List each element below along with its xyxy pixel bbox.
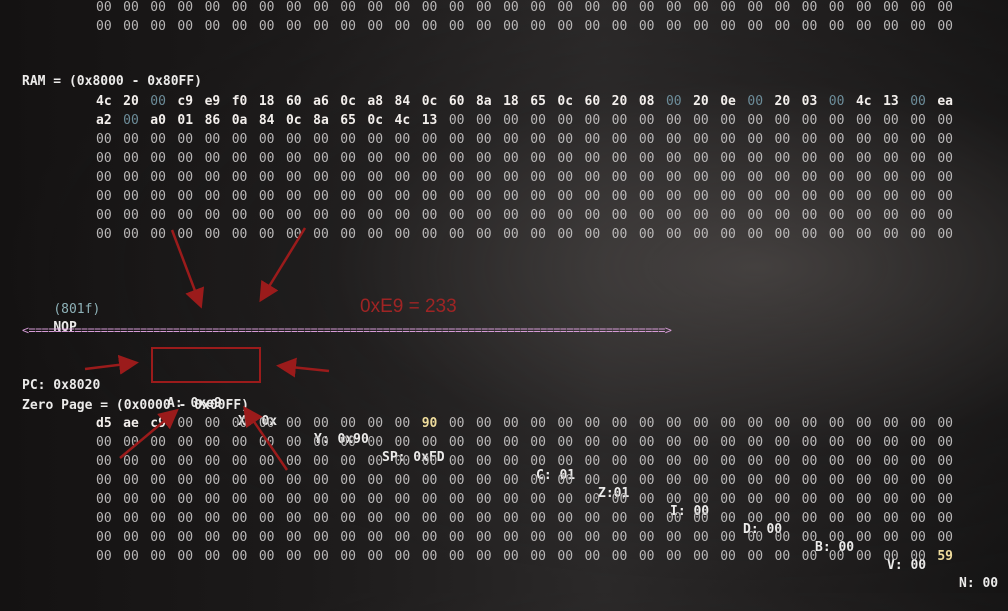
terminal-window: 00 00 00 00 00 00 00 00 00 00 00 00 00 00 00 00 00 00 00 00… <box>0 0 1008 593</box>
annotation-arrows <box>84 227 330 471</box>
arrow-5 <box>119 408 179 459</box>
arrow-2 <box>259 227 307 303</box>
arrow-6 <box>243 405 289 471</box>
arrow-4 <box>276 357 330 378</box>
arrow-3 <box>84 354 139 375</box>
arrow-1 <box>170 229 205 309</box>
